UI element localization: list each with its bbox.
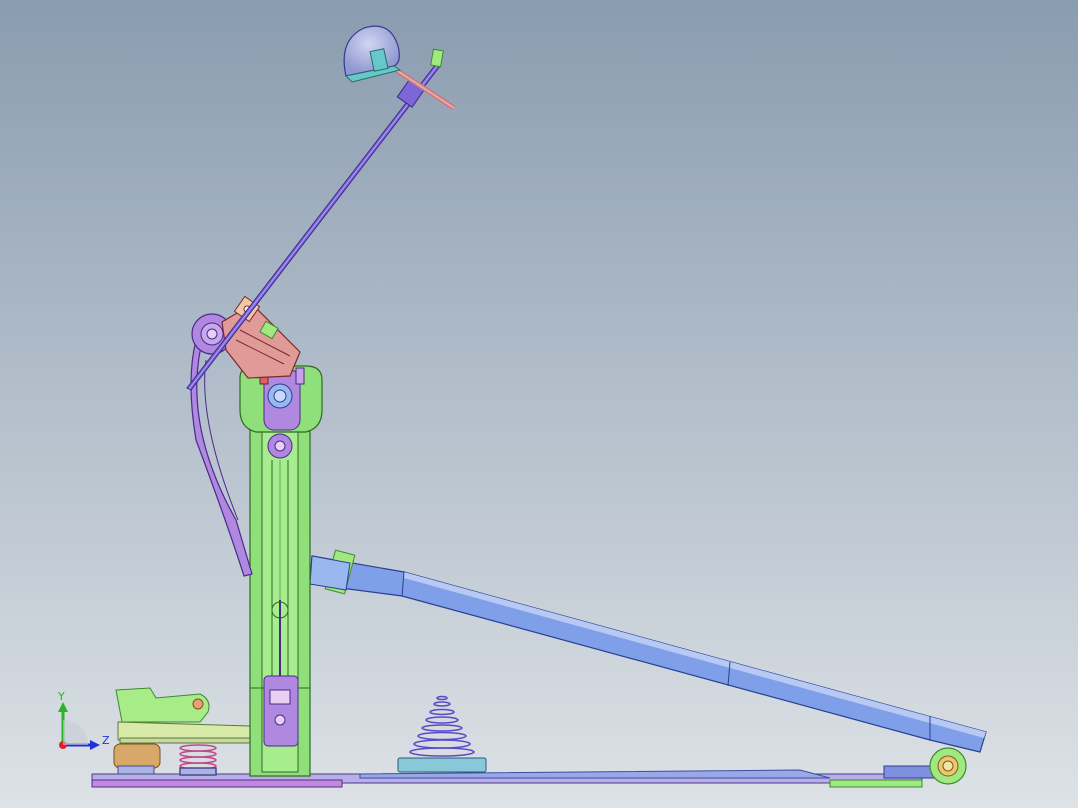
z-axis-label: Z [102,734,110,747]
y-axis-label: Y [57,690,65,703]
model-canvas[interactable]: Y Z [0,0,1078,808]
wood-block [113,743,161,775]
viewport-background [0,0,1078,808]
cad-viewport[interactable]: Y Z [0,0,1078,808]
